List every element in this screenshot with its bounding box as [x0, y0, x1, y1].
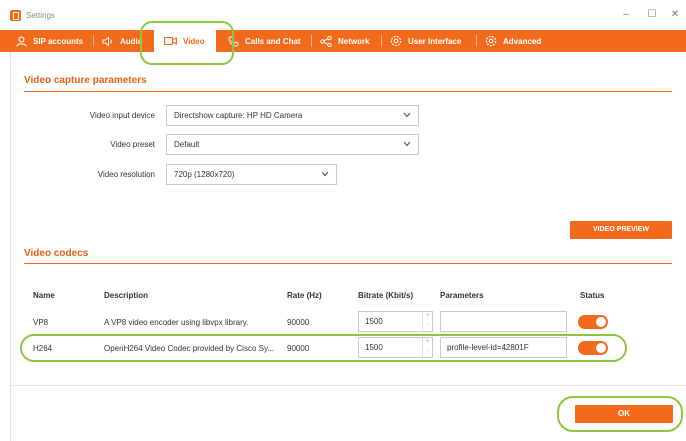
tab-label: Network [338, 36, 370, 46]
codec-rate: 90000 [287, 344, 310, 353]
tab-label: User Interface [408, 36, 462, 46]
column-header-description: Description [104, 291, 149, 300]
video-preset-select[interactable]: Default [166, 134, 419, 155]
column-header-name: Name [33, 291, 55, 300]
select-value: Default [174, 140, 200, 149]
phone-icon [228, 36, 239, 47]
increment-button[interactable]: + [423, 312, 432, 321]
tab-audio[interactable]: Audio [96, 30, 150, 52]
column-header-bitrate: Bitrate (Kbit/s) [358, 291, 414, 300]
decrement-button[interactable]: - [423, 347, 432, 356]
chevron-down-icon [321, 171, 329, 177]
section-divider [24, 91, 672, 92]
column-header-status: Status [580, 291, 605, 300]
user-icon [16, 36, 27, 47]
bitrate-value: 1500 [365, 343, 383, 352]
gear-icon [485, 35, 497, 47]
tab-sip-accounts[interactable]: SIP accounts [8, 30, 90, 52]
tab-label: Audio [120, 36, 143, 46]
chevron-down-icon [403, 141, 411, 147]
maximize-button[interactable]: ☐ [644, 8, 660, 22]
tab-label: Advanced [503, 36, 542, 46]
codec-rate: 90000 [287, 318, 310, 327]
tab-video[interactable]: Video [154, 30, 216, 52]
capture-section-title: Video capture parameters [24, 75, 147, 86]
section-divider [24, 263, 672, 264]
camera-icon [164, 37, 177, 45]
video-preset-label: Video preset [110, 140, 155, 149]
chevron-down-icon [403, 112, 411, 118]
select-value: 720p (1280x720) [174, 170, 235, 179]
video-input-device-select[interactable]: Directshow capture: HP HD Camera [166, 105, 419, 126]
speaker-icon [102, 35, 112, 47]
tab-user-interface[interactable]: User Interface [384, 30, 474, 52]
column-header-parameters: Parameters [440, 291, 484, 300]
video-resolution-select[interactable]: 720p (1280x720) [166, 164, 337, 185]
video-input-device-label: Video input device [89, 111, 155, 120]
share-icon [320, 35, 332, 47]
gear-icon [390, 35, 402, 47]
content-border [10, 52, 11, 441]
tab-bar: SIP accounts Audio Video Calls and Chat … [0, 30, 686, 52]
codec-name: VP8 [33, 318, 49, 327]
codec-description: A VP8 video encoder using libvpx library… [104, 318, 249, 327]
tab-label: Calls and Chat [245, 36, 301, 46]
column-header-rate: Rate (Hz) [287, 291, 322, 300]
video-preview-button[interactable]: VIDEO PREVIEW [570, 221, 672, 239]
window-title: Settings [26, 11, 55, 20]
codec-description: OpenH264 Video Codec provided by Cisco S… [104, 344, 275, 353]
title-bar: Settings – ☐ ✕ [0, 0, 686, 30]
parameters-input[interactable]: profile-level-id=42801F [440, 337, 567, 358]
status-toggle[interactable] [578, 315, 608, 329]
bitrate-stepper[interactable]: 1500 + - [358, 337, 433, 358]
increment-button[interactable]: + [423, 338, 432, 347]
tab-label: Video [183, 36, 205, 46]
tab-label: SIP accounts [33, 36, 84, 46]
close-button[interactable]: ✕ [667, 8, 683, 22]
tab-network[interactable]: Network [314, 30, 378, 52]
tab-calls-and-chat[interactable]: Calls and Chat [224, 30, 308, 52]
bitrate-value: 1500 [365, 317, 383, 326]
bitrate-stepper[interactable]: 1500 + - [358, 311, 433, 332]
app-icon [10, 10, 21, 21]
status-toggle[interactable] [578, 341, 608, 355]
minimize-button[interactable]: – [618, 8, 634, 22]
select-value: Directshow capture: HP HD Camera [174, 111, 303, 120]
parameters-input[interactable] [440, 311, 567, 332]
footer-divider [10, 385, 686, 386]
codecs-section-title: Video codecs [24, 248, 89, 259]
codec-name: H264 [33, 344, 53, 353]
ok-button[interactable]: OK [575, 405, 673, 423]
video-resolution-label: Video resolution [97, 170, 155, 179]
decrement-button[interactable]: - [423, 321, 432, 330]
tab-advanced[interactable]: Advanced [479, 30, 549, 52]
